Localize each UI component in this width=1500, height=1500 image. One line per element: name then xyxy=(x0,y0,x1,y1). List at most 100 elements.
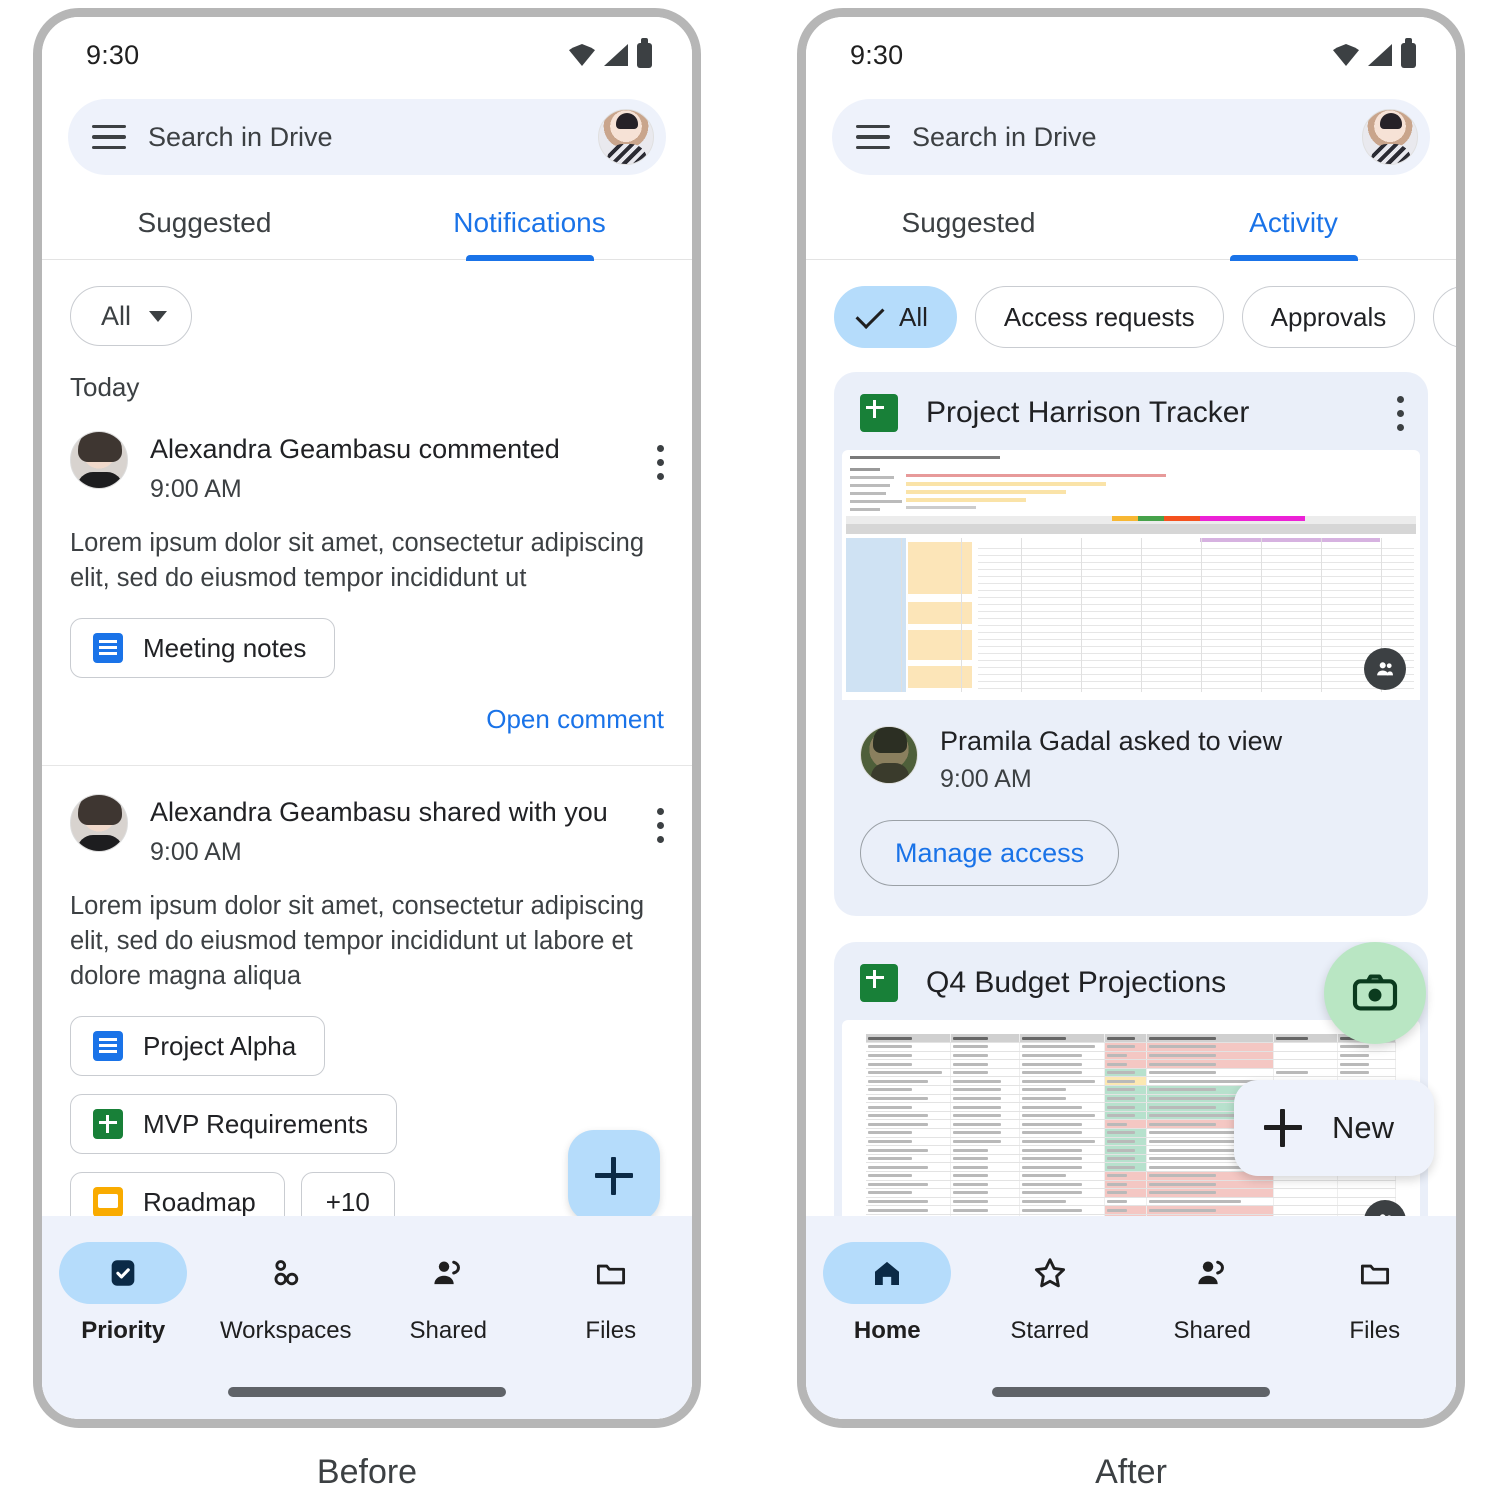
status-icons xyxy=(569,37,652,68)
status-time: 9:30 xyxy=(86,39,140,70)
screen-before: 9:30 Search in Drive Suggested Notificat… xyxy=(42,17,692,1419)
card-activity-title: Pramila Gadal asked to view xyxy=(940,726,1283,756)
home-icon xyxy=(875,1261,900,1285)
nav-pill xyxy=(986,1242,1114,1304)
notification-body: Lorem ipsum dolor sit amet, consectetur … xyxy=(70,891,645,991)
filter-chip-access-requests[interactable]: Access requests xyxy=(974,286,1224,348)
nav-item-shared[interactable]: Shared xyxy=(367,1242,530,1345)
bottom-nav-before: Priority Workspaces Shared Files xyxy=(42,1216,692,1419)
card-title: Q4 Budget Projections xyxy=(926,966,1227,999)
new-fab[interactable]: New xyxy=(1233,1080,1434,1176)
card-activity-meta: Pramila Gadal asked to view 9:00 AM xyxy=(940,726,1282,794)
nav-item-files[interactable]: Files xyxy=(530,1242,693,1345)
status-bar-before: 9:30 xyxy=(42,17,692,93)
nav-pill xyxy=(1148,1242,1276,1304)
search-input[interactable]: Search in Drive xyxy=(148,122,576,153)
nav-label: Shared xyxy=(409,1317,487,1344)
nav-item-shared[interactable]: Shared xyxy=(1131,1242,1294,1345)
activity-card-list[interactable]: Project Harrison Tracker Pramila Gadal a… xyxy=(806,372,1456,1216)
open-comment-link[interactable]: Open comment xyxy=(70,704,664,735)
user-avatar[interactable] xyxy=(598,109,654,165)
filter-chip-approvals[interactable]: Approvals xyxy=(1241,286,1416,348)
tab-suggested[interactable]: Suggested xyxy=(806,193,1131,259)
wifi-icon xyxy=(1333,44,1359,66)
card-activity: Pramila Gadal asked to view 9:00 AM xyxy=(834,700,1428,794)
notification-time: 9:00 AM xyxy=(150,474,242,503)
hamburger-menu-icon[interactable] xyxy=(856,125,890,149)
chip-row: Project Alpha xyxy=(70,1016,326,1077)
filter-chip-label: All xyxy=(899,301,928,332)
doc-icon xyxy=(93,1031,123,1062)
notification-header: Alexandra Geambasu shared with you 9:00 … xyxy=(70,794,664,867)
star-icon xyxy=(1034,1258,1065,1288)
search-bar-after[interactable]: Search in Drive xyxy=(832,99,1430,175)
people-icon xyxy=(1364,648,1406,690)
filter-chip-row[interactable]: All Access requests Approvals Recent xyxy=(806,260,1456,372)
nav-label: Files xyxy=(1349,1317,1401,1344)
filter-label: All xyxy=(101,300,132,331)
tab-activity[interactable]: Activity xyxy=(1131,193,1456,259)
avatar xyxy=(70,431,128,489)
filter-chip-label: Approvals xyxy=(1270,301,1387,332)
folder-icon xyxy=(1360,1264,1389,1285)
filter-chip-recent[interactable]: Recent xyxy=(1433,286,1456,348)
file-preview[interactable] xyxy=(842,450,1420,700)
file-chip-meeting-notes[interactable]: Meeting notes xyxy=(70,618,336,679)
create-fab[interactable] xyxy=(568,1130,660,1216)
phone-after: 9:30 Search in Drive Suggested Activity xyxy=(797,8,1465,1428)
file-chip-more-count[interactable]: +10 xyxy=(300,1172,395,1216)
file-chip-project-alpha[interactable]: Project Alpha xyxy=(70,1016,326,1077)
tab-suggested[interactable]: Suggested xyxy=(42,193,367,259)
user-avatar[interactable] xyxy=(1362,109,1418,165)
chip-row: Roadmap +10 xyxy=(70,1172,395,1216)
people-icon xyxy=(434,1260,461,1285)
kebab-menu-icon[interactable] xyxy=(656,431,664,480)
bottom-nav-items: Priority Workspaces Shared Files xyxy=(42,1242,692,1345)
file-chip-mvp-requirements[interactable]: MVP Requirements xyxy=(70,1094,397,1155)
chevron-down-icon xyxy=(149,310,168,322)
tab-notifications[interactable]: Notifications xyxy=(367,193,692,259)
kebab-menu-icon[interactable] xyxy=(656,794,664,844)
nav-pill xyxy=(823,1242,952,1304)
attachment-chips: Meeting notes xyxy=(70,618,664,679)
nav-item-workspaces[interactable]: Workspaces xyxy=(205,1242,368,1345)
activity-card[interactable]: Project Harrison Tracker Pramila Gadal a… xyxy=(834,372,1428,916)
nav-pill xyxy=(1311,1242,1439,1304)
nav-label: Home xyxy=(853,1317,921,1344)
filter-chip-all[interactable]: All xyxy=(834,286,957,348)
battery-icon xyxy=(1401,37,1416,68)
battery-icon xyxy=(637,37,652,68)
check-badge-icon xyxy=(111,1260,135,1286)
notification-meta: Alexandra Geambasu commented 9:00 AM xyxy=(150,431,634,504)
file-chip-label: +10 xyxy=(325,1186,370,1216)
notifications-list[interactable]: All Today Alexandra Geambasu commented 9… xyxy=(42,260,692,1216)
file-chip-label: MVP Requirements xyxy=(143,1108,368,1139)
filter-chip-label: Access requests xyxy=(1003,301,1195,332)
workspaces-icon xyxy=(274,1260,298,1286)
card-title: Project Harrison Tracker xyxy=(926,396,1250,429)
people-glyph-icon xyxy=(1377,662,1393,676)
hamburger-menu-icon[interactable] xyxy=(92,125,126,149)
file-chip-label: Project Alpha xyxy=(143,1030,297,1061)
file-chip-roadmap[interactable]: Roadmap xyxy=(70,1172,285,1216)
nav-item-home[interactable]: Home xyxy=(806,1242,969,1345)
filter-dropdown-all[interactable]: All xyxy=(70,286,193,346)
card-activity-time: 9:00 AM xyxy=(940,765,1032,793)
kebab-menu-icon[interactable] xyxy=(1396,395,1404,431)
notification-item[interactable]: Alexandra Geambasu commented 9:00 AM Lor… xyxy=(42,403,692,767)
manage-access-button[interactable]: Manage access xyxy=(860,820,1120,886)
notification-time: 9:00 AM xyxy=(150,837,242,866)
search-bar-before[interactable]: Search in Drive xyxy=(68,99,666,175)
nav-item-priority[interactable]: Priority xyxy=(42,1242,205,1345)
people-glyph-icon xyxy=(1379,1214,1391,1216)
caption-before: Before xyxy=(316,1453,418,1491)
search-input[interactable]: Search in Drive xyxy=(912,122,1340,153)
sheet-icon xyxy=(860,964,898,1002)
nav-item-starred[interactable]: Starred xyxy=(969,1242,1132,1345)
nav-item-files[interactable]: Files xyxy=(1294,1242,1457,1345)
scan-camera-fab[interactable] xyxy=(1324,942,1426,1044)
chip-row: MVP Requirements xyxy=(70,1094,397,1155)
spreadsheet-thumbnail xyxy=(842,450,1420,700)
folder-icon xyxy=(596,1264,625,1285)
people-icon xyxy=(1198,1260,1225,1285)
